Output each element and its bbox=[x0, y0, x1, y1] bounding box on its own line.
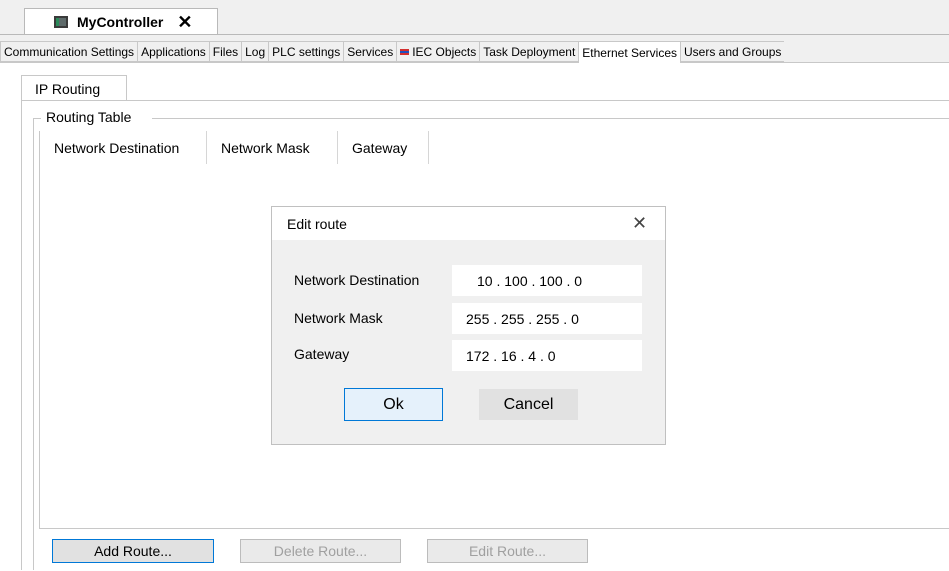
tab-communication-settings[interactable]: Communication Settings bbox=[0, 41, 138, 62]
tab-ethernet-services[interactable]: Ethernet Services bbox=[578, 41, 681, 63]
main-tab-strip: Communication Settings Applications File… bbox=[0, 41, 785, 63]
tab-label: Ethernet Services bbox=[582, 45, 678, 60]
delete-route-button[interactable]: Delete Route... bbox=[240, 539, 401, 563]
column-label: Network Mask bbox=[221, 139, 310, 156]
column-label: Gateway bbox=[352, 139, 408, 156]
field-value: 172 . 16 . 4 . 0 bbox=[466, 347, 556, 364]
network-mask-field[interactable]: 255 . 255 . 255 . 0 bbox=[452, 303, 642, 334]
tab-label: Services bbox=[347, 44, 394, 59]
tab-label: PLC settings bbox=[272, 44, 341, 59]
ok-button[interactable]: Ok bbox=[344, 388, 443, 421]
group-title: Routing Table bbox=[44, 109, 134, 125]
tab-ip-routing[interactable]: IP Routing bbox=[21, 75, 127, 101]
divider bbox=[21, 100, 949, 101]
tab-label: Files bbox=[212, 44, 239, 59]
edit-route-button[interactable]: Edit Route... bbox=[427, 539, 588, 563]
tab-iec-objects[interactable]: IEC Objects bbox=[396, 41, 480, 62]
add-route-button[interactable]: Add Route... bbox=[52, 539, 214, 563]
tab-label: Communication Settings bbox=[4, 44, 135, 59]
divider bbox=[33, 118, 34, 570]
column-header-network-destination[interactable]: Network Destination bbox=[40, 131, 207, 164]
dialog-title: Edit route bbox=[287, 216, 347, 232]
column-label: Network Destination bbox=[54, 139, 180, 156]
edit-route-dialog: Edit route ✕ Network Destination 10 . 10… bbox=[271, 206, 666, 445]
column-header-gateway[interactable]: Gateway bbox=[338, 131, 429, 164]
dialog-titlebar: Edit route ✕ bbox=[272, 207, 665, 240]
column-header-network-mask[interactable]: Network Mask bbox=[207, 131, 338, 164]
tab-label: Users and Groups bbox=[684, 44, 782, 59]
network-destination-field[interactable]: 10 . 100 . 100 . 0 bbox=[452, 265, 642, 296]
divider bbox=[33, 118, 41, 119]
field-value: 255 . 255 . 255 . 0 bbox=[466, 310, 579, 327]
tab-label: IEC Objects bbox=[412, 44, 477, 59]
divider bbox=[21, 100, 22, 570]
tab-applications[interactable]: Applications bbox=[137, 41, 209, 62]
tab-plc-settings[interactable]: PLC settings bbox=[268, 41, 344, 62]
network-destination-label: Network Destination bbox=[294, 272, 420, 288]
divider bbox=[0, 34, 949, 35]
document-tab[interactable]: MyController ✕ bbox=[24, 8, 218, 35]
close-icon[interactable]: ✕ bbox=[177, 13, 192, 31]
tab-label: Task Deployment bbox=[483, 44, 576, 59]
document-tab-title: MyController bbox=[77, 14, 164, 30]
tab-log[interactable]: Log bbox=[241, 41, 269, 62]
tab-files[interactable]: Files bbox=[208, 41, 242, 62]
tab-users-and-groups[interactable]: Users and Groups bbox=[680, 41, 785, 62]
field-value: 10 . 100 . 100 . 0 bbox=[477, 272, 583, 289]
controller-icon bbox=[54, 16, 68, 28]
cancel-button[interactable]: Cancel bbox=[479, 389, 578, 420]
tab-label: Applications bbox=[141, 44, 206, 59]
gateway-field[interactable]: 172 . 16 . 4 . 0 bbox=[452, 340, 642, 371]
close-icon[interactable]: ✕ bbox=[632, 213, 647, 234]
divider bbox=[152, 118, 949, 119]
tab-label: IP Routing bbox=[35, 80, 101, 97]
tab-services[interactable]: Services bbox=[343, 41, 397, 62]
gateway-label: Gateway bbox=[294, 346, 350, 362]
tab-task-deployment[interactable]: Task Deployment bbox=[479, 41, 579, 62]
tab-label: Log bbox=[245, 44, 266, 59]
network-mask-label: Network Mask bbox=[294, 310, 383, 326]
iec-objects-icon bbox=[400, 48, 410, 55]
